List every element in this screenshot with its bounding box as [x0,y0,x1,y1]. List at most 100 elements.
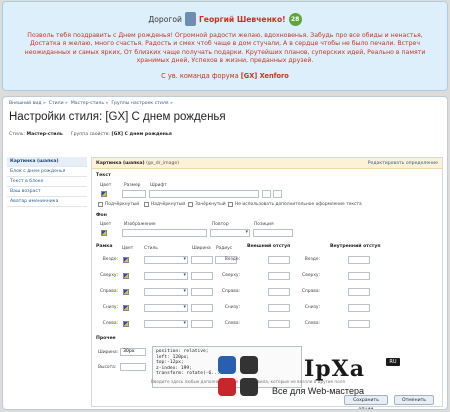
padding-input[interactable] [348,288,370,296]
watermark-tagline: Все для Web-мастера [272,386,364,396]
strikethrough-checkbox[interactable] [188,202,193,207]
breadcrumb: Внешний вид » Стили » Мастер-стиль » Гру… [9,101,173,106]
page-title: Настройки стиля: [GX] С днем рожденья [9,111,226,123]
row-label-right: Справа: [99,289,118,294]
logo-square-icon [240,356,258,374]
overline-checkbox[interactable] [144,202,149,207]
font-italic-button[interactable] [273,190,282,198]
border-width-input[interactable] [191,304,213,312]
other-section-title: Прочее [96,336,116,341]
text-size-input[interactable] [122,190,146,198]
width-label: Ширина: [98,350,119,355]
signature-forum-name: [GX] Xenforo [240,71,289,80]
group-selector[interactable]: Группа свойств: [GX] С днем рожденья [71,132,172,137]
margin-section-title: Внешний отступ [247,244,291,249]
margin-input[interactable] [268,304,290,312]
border-width-input[interactable] [191,272,213,280]
text-color-label: Цвет [100,183,112,188]
height-label: Высота: [98,365,117,370]
bg-section-title: Фон [96,213,107,218]
padding-input[interactable] [348,320,370,328]
sidebar-item-birthday-block[interactable]: Блок с днем рожденья [7,167,87,177]
margin-row-label: Снизу: [224,305,240,310]
breadcrumb-item[interactable]: Мастер-стиль » [71,101,108,106]
breadcrumb-item[interactable]: Внешний вид » [9,101,46,106]
margin-row-label: Слева: [224,321,240,326]
border-width-input[interactable] [191,320,213,328]
underline-label: Подчёркнутый [105,202,140,207]
padding-input[interactable] [348,256,370,264]
greeting-user-name[interactable]: Георгий Шевченко! [199,15,286,24]
padding-input[interactable] [348,272,370,280]
style-selector[interactable]: Стиль: Мастер-стиль [9,132,63,137]
breadcrumb-item[interactable]: Стили » [49,101,68,106]
width-input[interactable]: 30px [120,348,146,356]
signature-prefix: С ув. команда форума [161,71,239,80]
breadcrumb-item[interactable]: Группы настроек стиля » [111,101,173,106]
border-style-select[interactable] [144,272,188,280]
bg-position-input[interactable] [253,229,293,237]
logo-square-icon [240,378,258,396]
property-code: (gx_dr_image) [146,160,179,166]
sidebar-item-header-image[interactable]: Картинка (шапка) [7,157,87,167]
sidebar-item-block-text[interactable]: Текст в блоке [7,177,87,187]
padding-row-label: Сверху: [302,273,320,278]
greeting-signature: С ув. команда форума [GX] Xenforo [3,72,447,80]
property-name: Картинка (шапка) [96,160,145,166]
edit-definition-link[interactable]: Редактировать определение [368,161,438,166]
height-input[interactable] [120,363,146,371]
border-color-swatch[interactable] [123,289,129,295]
row-label-all: Везде: [102,257,118,262]
border-width-input[interactable] [191,256,213,264]
margin-input[interactable] [268,288,290,296]
property-title: Картинка (шапка) (gx_dr_image) [96,161,179,166]
border-color-swatch[interactable] [123,257,129,263]
bg-color-swatch[interactable] [101,230,107,236]
border-color-swatch[interactable] [123,273,129,279]
padding-row-label: Справа: [301,289,320,294]
border-radius-label: Радиус [216,246,233,251]
property-sidebar: Картинка (шапка) Блок с днем рожденья Те… [7,157,87,207]
padding-row-label: Слева: [304,321,320,326]
greeting-prefix: Дорогой [148,14,182,24]
row-label-bottom: Снизу: [102,305,118,310]
text-section-title: Текст [96,173,111,178]
padding-section-title: Внутренний отступ [330,244,381,249]
margin-row-label: Сверху: [222,273,240,278]
bg-repeat-select[interactable] [210,229,250,237]
margin-input[interactable] [268,320,290,328]
border-style-select[interactable] [144,256,188,264]
strikethrough-label: Зачёркнутый [195,202,226,207]
bg-image-input[interactable] [122,229,207,237]
padding-input[interactable] [348,304,370,312]
sidebar-item-age[interactable]: Ваш возраст [7,187,87,197]
border-style-select[interactable] [144,304,188,312]
border-color-swatch[interactable] [123,321,129,327]
logo-square-icon [218,378,236,396]
greeting-header: Дорогой Георгий Шевченко! 28 [3,12,447,26]
text-color-swatch[interactable] [101,191,107,197]
padding-row-label: Снизу: [304,305,320,310]
border-style-select[interactable] [144,320,188,328]
user-avatar [184,12,196,26]
text-font-label: Шрифт [150,183,167,188]
no-decoration-checkbox[interactable] [228,202,233,207]
border-color-swatch[interactable] [123,305,129,311]
bg-position-label: Позиция [254,222,274,227]
sidebar-item-avatar[interactable]: Аватар именинника [7,197,87,207]
underline-checkbox[interactable] [98,202,103,207]
border-width-label: Ширина [192,246,211,251]
watermark-ru-badge: RU [386,358,400,366]
border-style-select[interactable] [144,288,188,296]
text-font-input[interactable] [149,190,259,198]
birthday-greeting-banner: Дорогой Георгий Шевченко! 28 Позволь теб… [2,1,448,91]
bg-color-label: Цвет [100,222,112,227]
padding-row-label: Везде: [304,257,320,262]
margin-input[interactable] [268,272,290,280]
margin-row-label: Везде: [224,257,240,262]
margin-input[interactable] [268,256,290,264]
border-width-input[interactable] [191,288,213,296]
no-decoration-label: Не использовать дополнительное оформлени… [235,202,362,207]
group-label: Группа свойств: [70,132,110,137]
font-bold-button[interactable] [262,190,271,198]
